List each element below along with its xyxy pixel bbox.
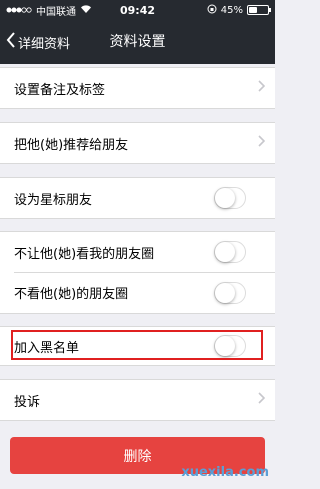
recommend-to-friend-label: 把他(她)推荐给朋友 <box>14 137 129 153</box>
hide-my-moments-toggle[interactable] <box>214 241 246 263</box>
star-friend-toggle[interactable] <box>214 187 246 209</box>
toggle-knob <box>215 282 235 303</box>
row-divider <box>14 272 275 273</box>
back-label: 详细资料 <box>18 36 71 52</box>
status-right: 45% <box>207 4 271 17</box>
battery-percent: 45% <box>220 4 243 16</box>
hide-my-moments-row: 不让他(她)看我的朋友圈 <box>0 231 275 273</box>
battery-icon <box>247 5 271 15</box>
hide-their-moments-toggle[interactable] <box>214 281 246 304</box>
hide-their-moments-row: 不看他(她)的朋友圈 <box>0 272 275 314</box>
recommend-to-friend-row[interactable]: 把他(她)推荐给朋友 <box>0 122 275 164</box>
chevron-right-icon <box>258 80 266 96</box>
signal-icon <box>6 5 32 16</box>
report-label: 投诉 <box>14 394 41 410</box>
toggle-knob <box>215 188 235 208</box>
battery-fill <box>249 7 258 13</box>
rotation-lock-icon <box>207 4 217 17</box>
report-row[interactable]: 投诉 <box>0 379 275 421</box>
highlight-annotation-box <box>11 330 263 360</box>
chevron-right-icon <box>258 392 266 408</box>
chevron-right-icon <box>258 135 266 151</box>
status-left: 中国联通 <box>6 3 92 18</box>
remark-and-tags-label: 设置备注及标签 <box>14 82 106 98</box>
remark-and-tags-row[interactable]: 设置备注及标签 <box>0 67 275 109</box>
chevron-left-icon <box>6 32 16 52</box>
status-bar: 中国联通 09:42 45% <box>0 0 275 20</box>
watermark-text: xuexila.com <box>181 465 269 480</box>
delete-label: 删除 <box>123 448 152 465</box>
toggle-knob <box>215 242 235 262</box>
star-friend-row: 设为星标朋友 <box>0 177 275 219</box>
wifi-icon <box>80 4 92 16</box>
nav-bar: 详细资料 资料设置 <box>0 20 275 64</box>
carrier-name: 中国联通 <box>36 6 76 18</box>
back-button[interactable]: 详细资料 <box>6 20 70 64</box>
